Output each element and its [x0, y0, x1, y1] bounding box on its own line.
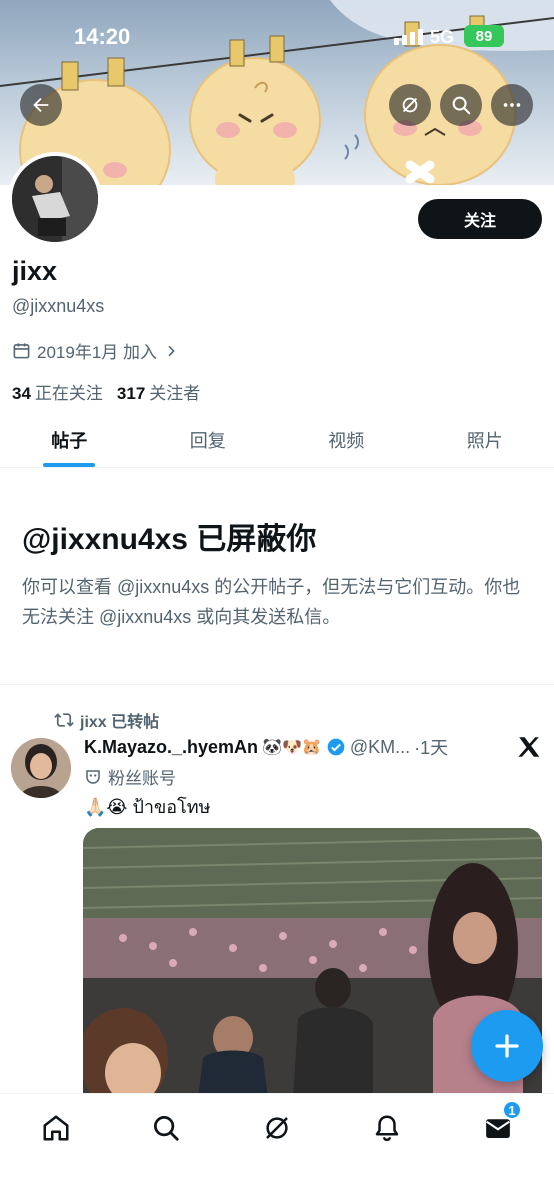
joined-label: 2019年1月 加入 [37, 343, 157, 362]
repost-icon [54, 713, 74, 727]
divider [0, 684, 554, 685]
bell-icon [375, 1115, 399, 1142]
search-icon [154, 1116, 179, 1141]
nav-grok[interactable] [257, 1108, 297, 1148]
follow-button[interactable]: 关注 [418, 199, 542, 239]
home-icon [43, 1115, 69, 1141]
status-bar: 14:20 5G 89 [0, 0, 554, 60]
messages-badge: 1 [502, 1100, 522, 1120]
nav-home[interactable] [36, 1108, 76, 1148]
nav-search[interactable] [146, 1108, 186, 1148]
post-author-avatar[interactable] [11, 738, 71, 798]
post-author-handle: @KM... [349, 736, 411, 757]
post-header: K.Mayazo._.hyemAn 🐼🐶🐹 @KM... ·1天 [84, 734, 508, 760]
more-icon [503, 103, 521, 107]
x-logo-icon [518, 737, 540, 757]
more-button[interactable] [491, 84, 533, 126]
grok-icon [402, 97, 418, 113]
follow-stats: 34 正在关注 317 关注者 [12, 379, 200, 404]
signal-icon [394, 27, 423, 45]
mask-icon [86, 769, 100, 784]
profile-handle: @jixxnu4xs [12, 296, 105, 316]
verified-badge-icon [327, 738, 345, 756]
blocked-title: @jixxnu4xs 已屏蔽你 [22, 523, 317, 556]
fan-label-text: 粉丝账号 [108, 769, 176, 788]
repost-label: jixx 已转帖 [80, 714, 160, 731]
following-label: 正在关注 [34, 384, 103, 403]
back-button[interactable] [20, 84, 62, 126]
post-author-name[interactable]: K.Mayazo._.hyemAn [84, 737, 258, 758]
search-icon [452, 96, 471, 115]
avatar-photo [12, 156, 98, 242]
tab-photos[interactable]: 照片 [416, 412, 554, 467]
followers-link[interactable]: 317 关注者 [117, 379, 200, 404]
author-emoji: 🐼🐶🐹 [262, 739, 322, 756]
battery-indicator: 89 [464, 25, 504, 47]
chevron-right-icon [168, 345, 175, 356]
grok-icon [266, 1117, 288, 1139]
post-timestamp: ·1天 [414, 738, 449, 758]
followers-count: 317 [116, 384, 146, 403]
tab-posts[interactable]: 帖子 [0, 412, 139, 467]
bottom-nav: 1 [0, 1093, 554, 1200]
calendar-icon [13, 343, 30, 359]
display-name: jixx [12, 256, 58, 286]
tab-replies[interactable]: 回复 [139, 412, 278, 467]
post-avatar-photo [11, 738, 71, 798]
status-time: 14:20 [74, 24, 131, 49]
compose-button[interactable] [471, 1010, 543, 1082]
grok-button[interactable] [389, 84, 431, 126]
following-link[interactable]: 34 正在关注 [12, 379, 103, 404]
arrow-left-icon [33, 97, 49, 113]
followers-label: 关注者 [149, 384, 201, 403]
nav-notifications[interactable] [367, 1108, 407, 1148]
network-type: 5G [430, 27, 455, 47]
profile-tabs: 帖子 回复 视频 照片 [0, 412, 554, 468]
blocked-description: 你可以查看 @jixxnu4xs 的公开帖子，但无法与它们互动。你也无法关注 @… [22, 577, 521, 627]
profile-avatar[interactable] [8, 152, 102, 246]
fan-account-label: 粉丝账号 [84, 764, 176, 789]
nav-messages[interactable]: 1 [478, 1100, 522, 1148]
repost-indicator: jixx 已转帖 [54, 708, 159, 732]
following-count: 34 [12, 384, 31, 403]
plus-icon [495, 1034, 519, 1058]
joined-date[interactable]: 2019年1月 加入 [12, 338, 179, 363]
tab-videos[interactable]: 视频 [277, 412, 416, 467]
post-text: 🙏🏻😭 ป้าขอโทษ [84, 797, 211, 817]
search-button[interactable] [440, 84, 482, 126]
